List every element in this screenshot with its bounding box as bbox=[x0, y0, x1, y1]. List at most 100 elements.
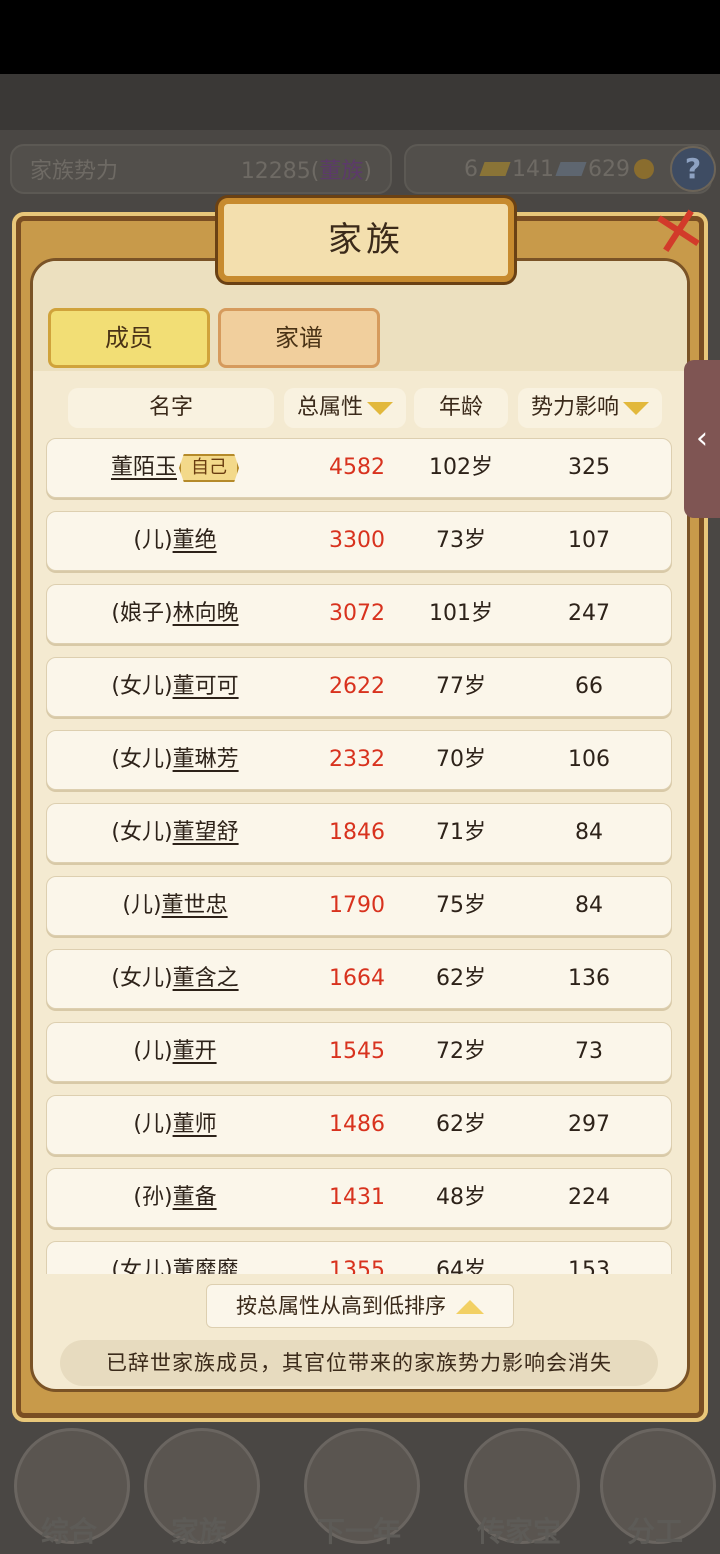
member-influence: 66 bbox=[575, 674, 603, 699]
help-button[interactable]: ? bbox=[670, 146, 716, 192]
sort-button[interactable]: 按总属性从高到低排序 bbox=[206, 1284, 514, 1328]
column-name: 名字 bbox=[68, 388, 274, 428]
member-row[interactable]: (女儿)董琳芳 2332 70岁 106 bbox=[46, 730, 672, 790]
member-name[interactable]: 董开 bbox=[173, 1039, 217, 1064]
status-bar bbox=[0, 0, 720, 74]
member-influence: 84 bbox=[575, 893, 603, 918]
member-influence: 106 bbox=[568, 747, 610, 772]
nav-next-year[interactable]: 下一年 bbox=[294, 1422, 424, 1554]
member-row[interactable]: (娘子)林向晚 3072 101岁 247 bbox=[46, 584, 672, 644]
member-relation: (女儿) bbox=[111, 674, 173, 699]
close-button[interactable]: ✕ bbox=[637, 191, 720, 275]
member-row[interactable]: (女儿)董靡靡 1355 64岁 153 bbox=[46, 1241, 672, 1274]
bottom-nav: 综合 家族 下一年 传家宝 分工 bbox=[0, 1422, 720, 1554]
nav-heirloom[interactable]: 传家宝 bbox=[454, 1422, 584, 1554]
member-total-attr: 4582 bbox=[329, 455, 385, 480]
member-name[interactable]: 董可可 bbox=[173, 674, 239, 699]
member-row[interactable]: (儿)董开 1545 72岁 73 bbox=[46, 1022, 672, 1082]
member-age: 77岁 bbox=[436, 674, 486, 699]
silver-count: 141 bbox=[512, 156, 554, 182]
member-relation: (儿) bbox=[133, 1039, 173, 1064]
member-age: 75岁 bbox=[436, 893, 486, 918]
member-row[interactable]: (儿)董世忠 1790 75岁 84 bbox=[46, 876, 672, 936]
member-age: 62岁 bbox=[436, 1112, 486, 1137]
member-name[interactable]: 董陌玉 bbox=[111, 455, 177, 480]
member-name[interactable]: 董世忠 bbox=[162, 893, 228, 918]
member-total-attr: 2622 bbox=[329, 674, 385, 699]
member-influence: 325 bbox=[568, 455, 610, 480]
member-total-attr: 1355 bbox=[329, 1258, 385, 1274]
column-age: 年龄 bbox=[414, 388, 508, 428]
sort-down-icon bbox=[367, 401, 393, 415]
member-relation: (女儿) bbox=[111, 747, 173, 772]
member-relation: (女儿) bbox=[111, 966, 173, 991]
member-row[interactable]: (女儿)董可可 2622 77岁 66 bbox=[46, 657, 672, 717]
gold-ingot-icon bbox=[479, 162, 511, 176]
member-row[interactable]: (孙)董备 1431 48岁 224 bbox=[46, 1168, 672, 1228]
member-total-attr: 2332 bbox=[329, 747, 385, 772]
nav-family[interactable]: 家族 bbox=[134, 1422, 264, 1554]
gold-count: 6 bbox=[464, 156, 478, 182]
member-influence: 73 bbox=[575, 1039, 603, 1064]
member-influence: 247 bbox=[568, 601, 610, 626]
deceased-notice: 已辞世家族成员，其官位带来的家族势力影响会消失 bbox=[60, 1340, 658, 1386]
member-row[interactable]: (儿)董师 1486 62岁 297 bbox=[46, 1095, 672, 1155]
member-name[interactable]: 林向晚 bbox=[173, 601, 239, 626]
member-total-attr: 1486 bbox=[329, 1112, 385, 1137]
nav-division[interactable]: 分工 bbox=[590, 1422, 720, 1554]
member-row[interactable]: (女儿)董含之 1664 62岁 136 bbox=[46, 949, 672, 1009]
tab-members[interactable]: 成员 bbox=[48, 308, 210, 368]
member-total-attr: 1790 bbox=[329, 893, 385, 918]
member-age: 70岁 bbox=[436, 747, 486, 772]
member-total-attr: 1846 bbox=[329, 820, 385, 845]
member-age: 73岁 bbox=[436, 528, 486, 553]
member-total-attr: 1431 bbox=[329, 1185, 385, 1210]
member-age: 62岁 bbox=[436, 966, 486, 991]
member-influence: 153 bbox=[568, 1258, 610, 1274]
member-age: 101岁 bbox=[429, 601, 493, 626]
currency-bar: 6 141 629 bbox=[404, 144, 712, 194]
member-age: 48岁 bbox=[436, 1185, 486, 1210]
copper-coin-icon bbox=[634, 159, 654, 179]
sort-up-icon bbox=[456, 1300, 484, 1314]
member-name[interactable]: 董含之 bbox=[173, 966, 239, 991]
member-row[interactable]: (儿)董绝 3300 73岁 107 bbox=[46, 511, 672, 571]
coin-count: 629 bbox=[588, 156, 630, 182]
family-power-rank: 董族 bbox=[319, 159, 364, 184]
member-influence: 84 bbox=[575, 820, 603, 845]
member-relation: (女儿) bbox=[111, 820, 173, 845]
member-total-attr: 3300 bbox=[329, 528, 385, 553]
dialog-title: 家族 bbox=[218, 198, 514, 282]
member-influence: 136 bbox=[568, 966, 610, 991]
member-influence: 297 bbox=[568, 1112, 610, 1137]
member-row[interactable]: (女儿)董望舒 1846 71岁 84 bbox=[46, 803, 672, 863]
member-name[interactable]: 董望舒 bbox=[173, 820, 239, 845]
member-list[interactable]: 董陌玉 自己 4582 102岁 325 (儿)董绝 3300 73岁 107 (… bbox=[46, 438, 672, 1274]
family-power-value: 12285(董族) bbox=[240, 159, 372, 184]
member-row[interactable]: 董陌玉 自己 4582 102岁 325 bbox=[46, 438, 672, 498]
column-total-attr[interactable]: 总属性 bbox=[284, 388, 406, 428]
member-total-attr: 1664 bbox=[329, 966, 385, 991]
member-name[interactable]: 董绝 bbox=[173, 528, 217, 553]
member-influence: 224 bbox=[568, 1185, 610, 1210]
side-expand-tab[interactable]: ‹ bbox=[684, 360, 720, 518]
nav-overview[interactable]: 综合 bbox=[4, 1422, 134, 1554]
member-age: 64岁 bbox=[436, 1258, 486, 1274]
tab-family-tree[interactable]: 家谱 bbox=[218, 308, 380, 368]
member-name[interactable]: 董备 bbox=[173, 1185, 217, 1210]
member-name[interactable]: 董靡靡 bbox=[173, 1258, 239, 1274]
member-relation: (孙) bbox=[133, 1185, 173, 1210]
member-total-attr: 3072 bbox=[329, 601, 385, 626]
family-power-bar: 家族势力 12285(董族) bbox=[10, 144, 392, 194]
member-age: 71岁 bbox=[436, 820, 486, 845]
member-relation: (儿) bbox=[122, 893, 162, 918]
sort-label: 按总属性从高到低排序 bbox=[236, 1294, 446, 1318]
member-name[interactable]: 董师 bbox=[173, 1112, 217, 1137]
member-name[interactable]: 董琳芳 bbox=[173, 747, 239, 772]
member-age: 72岁 bbox=[436, 1039, 486, 1064]
column-influence[interactable]: 势力影响 bbox=[518, 388, 662, 428]
member-total-attr: 1545 bbox=[329, 1039, 385, 1064]
top-band bbox=[0, 74, 720, 130]
sort-down-icon bbox=[623, 401, 649, 415]
member-age: 102岁 bbox=[429, 455, 493, 480]
